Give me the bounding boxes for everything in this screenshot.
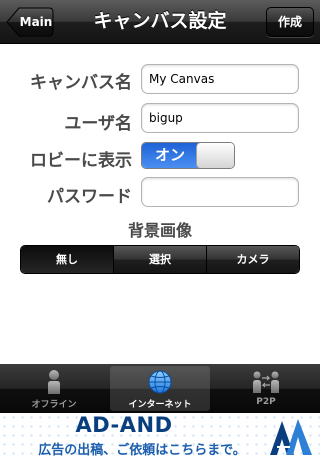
tab-p2p-label: P2P: [256, 397, 276, 407]
ad-subtitle: 広告の出稿、ご依頼はこちらまで。: [38, 443, 246, 458]
toggle-knob[interactable]: [196, 143, 234, 168]
background-image-title: 背景画像: [127, 221, 192, 240]
navigation-bar: キャンバス設定 Main 作成: [0, 0, 320, 44]
tab-internet[interactable]: インターネット: [110, 366, 210, 411]
p2p-icon: [253, 371, 279, 393]
create-button[interactable]: 作成: [266, 7, 314, 37]
password-field[interactable]: [141, 177, 299, 207]
user-name-input[interactable]: [142, 104, 298, 132]
segment-select[interactable]: 選択: [113, 246, 206, 273]
password-input[interactable]: [142, 178, 298, 206]
segment-none[interactable]: 無し: [21, 246, 113, 273]
tab-offline-label: オフライン: [31, 400, 77, 410]
user-name-label: ユーザ名: [64, 114, 132, 134]
back-button-label: Main: [19, 15, 53, 29]
lobby-display-toggle[interactable]: オン: [141, 142, 235, 169]
segment-camera[interactable]: カメラ: [206, 246, 299, 273]
tab-p2p[interactable]: P2P: [216, 366, 316, 411]
person-icon: [48, 370, 60, 394]
background-segmented-control: 無し 選択 カメラ: [20, 245, 300, 274]
canvas-name-input[interactable]: [142, 65, 298, 93]
tab-bar: オフライン インターネット P2P: [0, 364, 320, 413]
ad-and-logo-icon: [270, 419, 312, 455]
tab-offline[interactable]: オフライン: [4, 366, 104, 411]
toggle-on-label: オン: [142, 143, 198, 168]
back-button[interactable]: Main: [6, 7, 54, 37]
canvas-name-field[interactable]: [141, 64, 299, 94]
ad-banner[interactable]: AD-AND 広告の出稿、ご依頼はこちらまで。: [0, 413, 320, 460]
user-name-field[interactable]: [141, 103, 299, 133]
password-label: パスワード: [47, 187, 132, 207]
canvas-name-label: キャンバス名: [30, 73, 132, 93]
globe-icon: [148, 370, 172, 394]
tab-internet-label: インターネット: [128, 400, 192, 410]
lobby-display-label: ロビーに表示: [30, 151, 132, 171]
ad-title: AD-AND: [75, 413, 173, 437]
